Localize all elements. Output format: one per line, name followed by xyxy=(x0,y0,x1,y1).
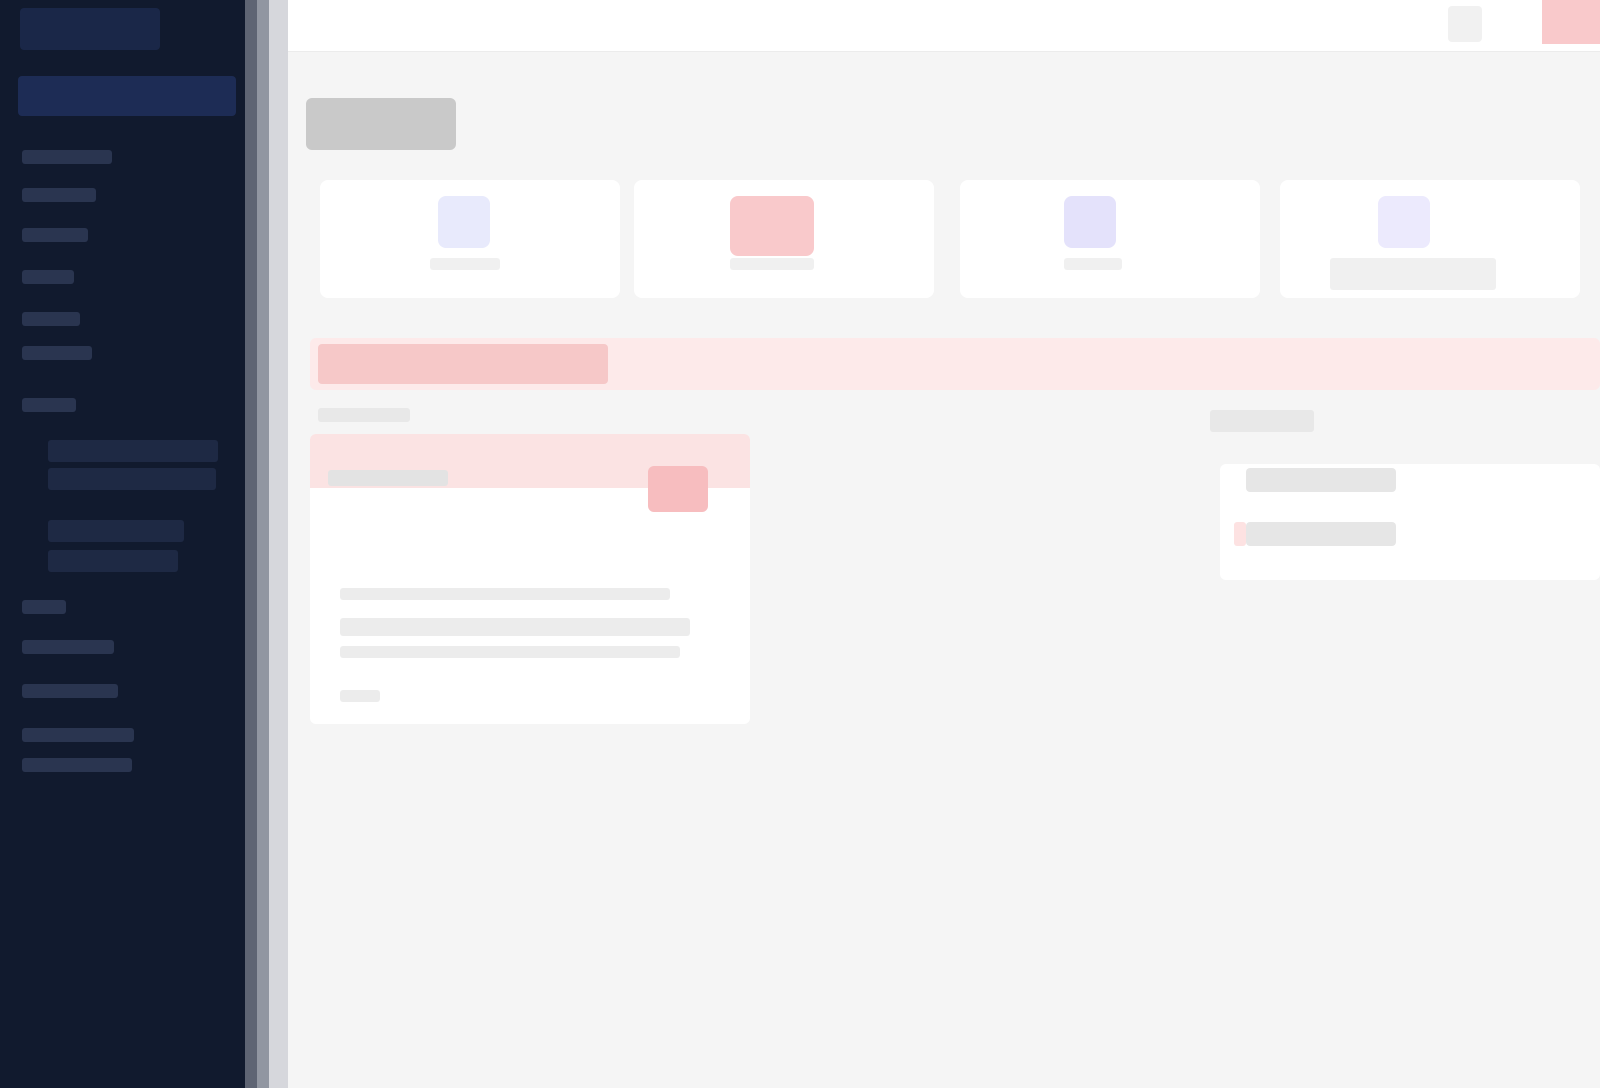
sidebar-subitem[interactable] xyxy=(48,550,178,572)
sidebar-subitem[interactable] xyxy=(48,468,216,490)
divider-strip xyxy=(269,0,288,1088)
sidebar-item[interactable] xyxy=(22,312,80,326)
panel-text-line xyxy=(340,690,380,702)
app-logo[interactable] xyxy=(20,8,160,50)
sidebar-item[interactable] xyxy=(22,758,132,772)
sidebar-item[interactable] xyxy=(22,684,118,698)
panel-text-line xyxy=(340,618,690,636)
sidebar xyxy=(0,0,245,1088)
section-label xyxy=(1210,410,1314,432)
sidebar-item[interactable] xyxy=(22,346,92,360)
sidebar-item[interactable] xyxy=(22,188,96,202)
stat-label xyxy=(730,258,814,270)
page-title xyxy=(306,98,456,150)
sidebar-item[interactable] xyxy=(22,600,66,614)
stat-icon-red xyxy=(730,196,814,256)
stat-card[interactable] xyxy=(960,180,1260,298)
sidebar-item[interactable] xyxy=(22,270,74,284)
stat-card[interactable] xyxy=(320,180,620,298)
alert-text xyxy=(318,344,608,384)
sidebar-subitem[interactable] xyxy=(48,520,184,542)
panel-title xyxy=(328,470,448,486)
section-label xyxy=(318,408,410,422)
divider-strip xyxy=(257,0,269,1088)
status-badge[interactable] xyxy=(648,466,708,512)
summary-chip xyxy=(1234,522,1246,546)
stat-icon-blue xyxy=(438,196,490,248)
sidebar-item[interactable] xyxy=(22,640,114,654)
panel-text-line xyxy=(340,588,670,600)
detail-panel xyxy=(310,434,750,724)
sidebar-item[interactable] xyxy=(22,228,88,242)
stat-label xyxy=(1064,258,1122,270)
alert-banner xyxy=(310,338,1600,390)
divider-strip xyxy=(245,0,257,1088)
summary-row[interactable] xyxy=(1246,468,1396,492)
panel-text-line xyxy=(340,646,680,658)
summary-row[interactable] xyxy=(1246,522,1396,546)
sidebar-item[interactable] xyxy=(22,150,112,164)
stat-icon-violet xyxy=(1064,196,1116,248)
sidebar-item[interactable] xyxy=(22,398,76,412)
sidebar-item-active[interactable] xyxy=(18,76,236,116)
stat-label xyxy=(430,258,500,270)
sidebar-item[interactable] xyxy=(22,728,134,742)
top-bar xyxy=(288,0,1600,52)
user-icon[interactable] xyxy=(1448,6,1482,42)
sidebar-subitem[interactable] xyxy=(48,440,218,462)
stat-icon-lavender xyxy=(1378,196,1430,248)
stat-card[interactable] xyxy=(634,180,934,298)
summary-panel xyxy=(1220,464,1600,580)
stat-label xyxy=(1330,258,1496,290)
alert-icon[interactable] xyxy=(1542,0,1600,44)
stat-card[interactable] xyxy=(1280,180,1580,298)
